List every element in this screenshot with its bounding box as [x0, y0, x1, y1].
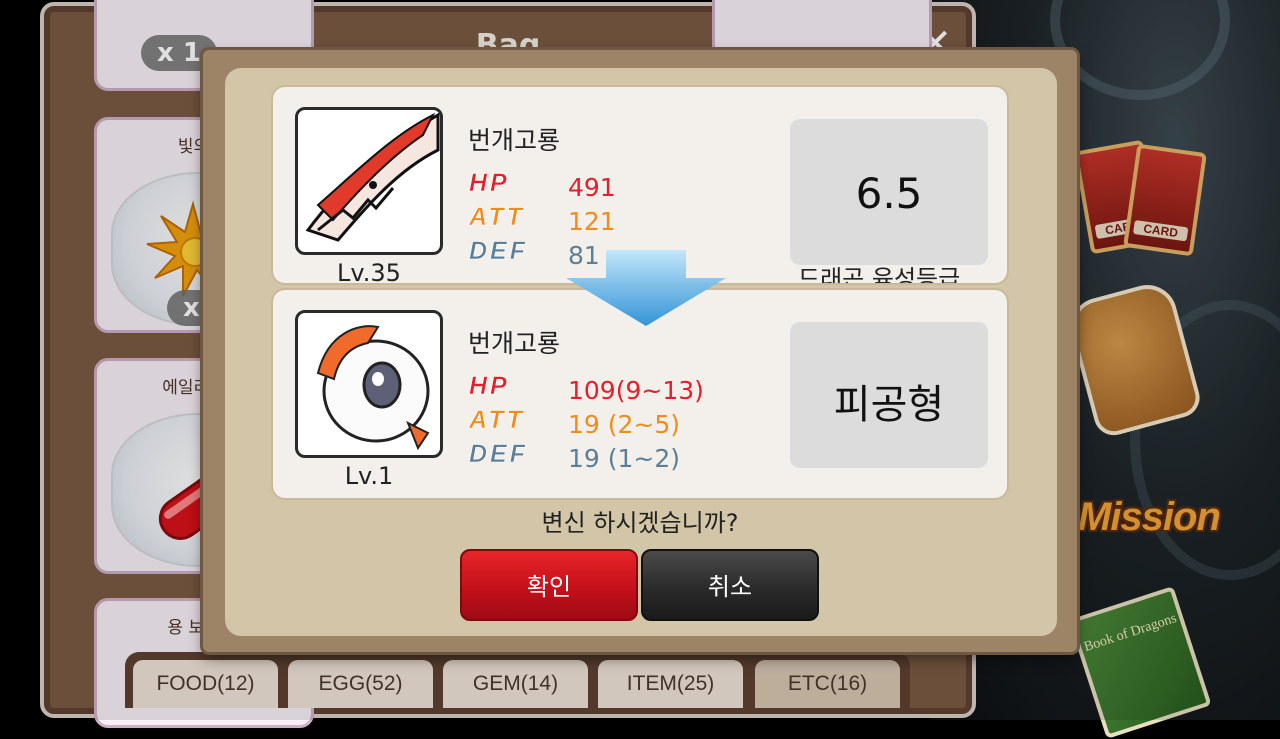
confirm-button[interactable]: 확인 — [460, 549, 638, 621]
down-arrow-icon — [566, 250, 726, 326]
def-label: DEF — [469, 440, 528, 469]
att-label: ATT — [469, 203, 525, 232]
dragon-level: Lv.1 — [344, 462, 394, 490]
grade-box: 6.5 — [790, 119, 988, 265]
type-value: 피공형 — [833, 382, 945, 428]
att-value: 121 — [568, 207, 616, 236]
hp-value: 491 — [568, 173, 616, 202]
def-value: 19 (1~2) — [568, 444, 681, 473]
dragon-name: 번개고룡 — [468, 329, 561, 358]
dragon-level: Lv.35 — [337, 259, 401, 287]
hp-value: 109(9~13) — [568, 376, 704, 405]
grade-label: 드래곤 육성등급 — [798, 265, 961, 283]
grade-value: 6.5 — [855, 169, 923, 218]
dragon-portrait-baby — [295, 310, 443, 458]
att-value: 19 (2~5) — [568, 410, 681, 439]
def-label: DEF — [469, 237, 528, 266]
hp-label: HP — [469, 169, 510, 198]
confirm-question: 변신 하시겠습니까? — [541, 509, 739, 537]
type-box: 피공형 — [790, 322, 988, 468]
hp-label: HP — [469, 372, 510, 401]
dragon-portrait-adult — [295, 107, 443, 255]
att-label: ATT — [469, 406, 525, 435]
cancel-button[interactable]: 취소 — [641, 549, 819, 621]
dragon-name: 번개고룡 — [468, 126, 561, 155]
